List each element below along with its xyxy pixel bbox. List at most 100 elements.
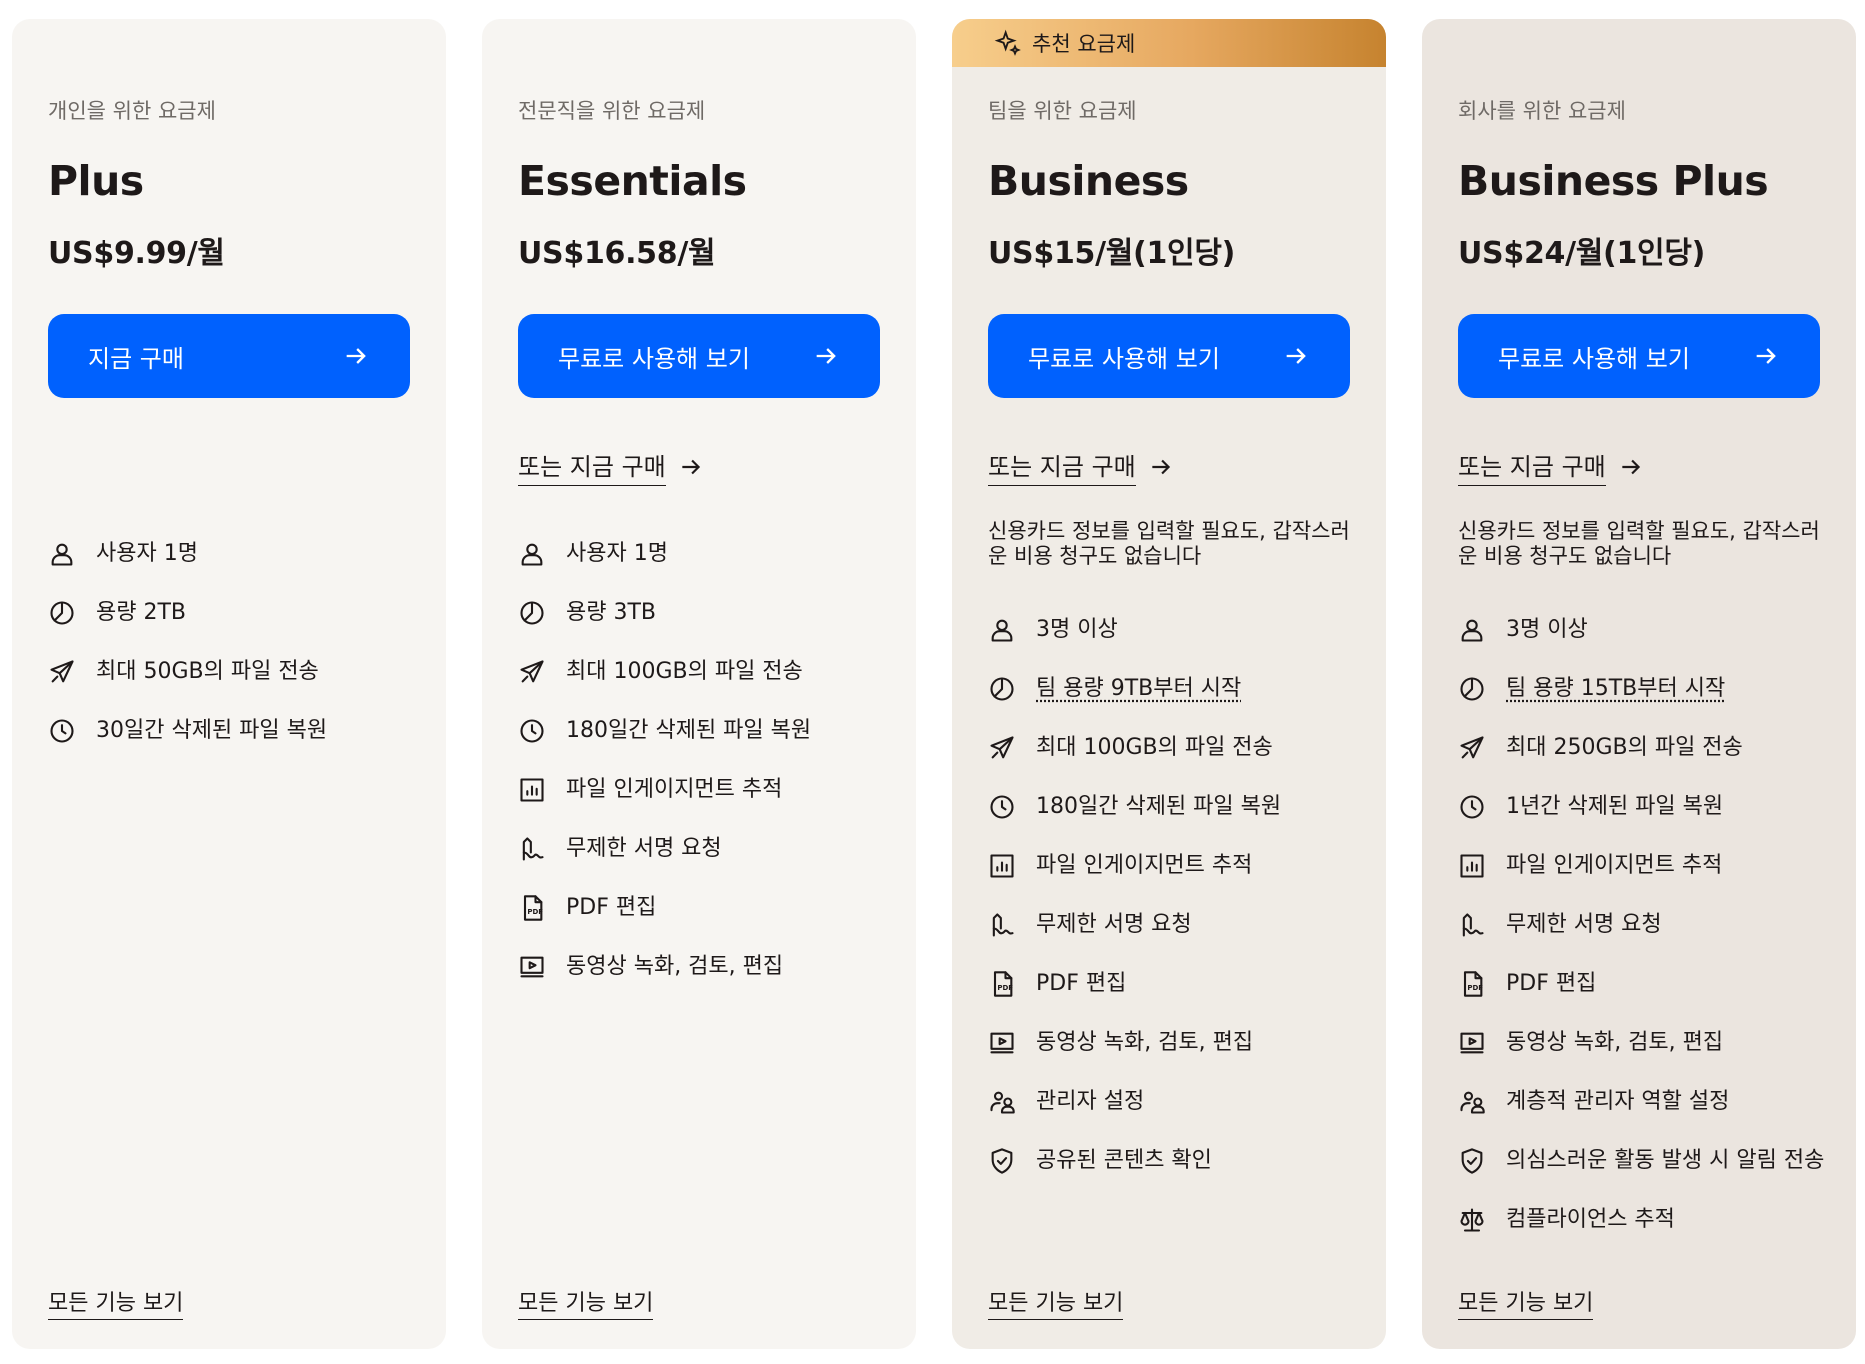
free-trial-button[interactable]: 무료로 사용해 보기 xyxy=(1458,314,1820,398)
free-trial-button[interactable]: 무료로 사용해 보기 xyxy=(518,314,880,398)
paper-plane-icon xyxy=(990,736,1014,759)
feature-item: 컴플라이언스 추적 xyxy=(1458,1205,1838,1235)
free-trial-button[interactable]: 무료로 사용해 보기 xyxy=(988,314,1350,398)
signature-icon xyxy=(1462,913,1484,937)
feature-text: 최대 250GB의 파일 전송 xyxy=(1506,735,1743,760)
feature-text: 무제한 서명 요청 xyxy=(1506,912,1662,937)
feature-text: 파일 인게이지먼트 추적 xyxy=(1036,853,1253,878)
paper-plane-icon xyxy=(520,660,544,683)
buy-now-link[interactable]: 또는 지금 구매 xyxy=(1458,447,1644,486)
arrow-right-icon xyxy=(1756,348,1776,364)
pie-chart-icon xyxy=(1460,677,1484,701)
feature-item: 사용자 1명 xyxy=(48,539,428,569)
buy-now-button[interactable]: 지금 구매 xyxy=(48,314,410,398)
feature-item: 팀 용량 15TB부터 시작 xyxy=(1458,674,1838,704)
feature-text: 공유된 콘텐츠 확인 xyxy=(1036,1148,1212,1173)
buy-now-link-label: 또는 지금 구매 xyxy=(518,447,666,486)
no-credit-card-note: 신용카드 정보를 입력할 필요도, 갑작스러운 비용 청구도 없습니다 xyxy=(988,519,1350,568)
feature-item: 1년간 삭제된 파일 복원 xyxy=(1458,792,1838,822)
feature-text: 컴플라이언스 추적 xyxy=(1506,1207,1675,1232)
feature-item: PDF PDF 편집 xyxy=(988,969,1368,999)
feature-item: 180일간 삭제된 파일 복원 xyxy=(988,792,1368,822)
feature-text: 사용자 1명 xyxy=(96,541,198,566)
feature-list: 사용자 1명용량 2TB 최대 50GB의 파일 전송 30일간 삭제된 파일 복원 xyxy=(48,539,428,775)
buy-now-link-label: 또는 지금 구매 xyxy=(988,447,1136,486)
sparkle-icon xyxy=(994,29,1021,56)
pie-chart-icon xyxy=(50,601,74,625)
see-all-features-link[interactable]: 모든 기능 보기 xyxy=(988,1285,1124,1320)
feature-text[interactable]: 팀 용량 9TB부터 시작 xyxy=(1036,674,1241,704)
feature-text: 최대 50GB의 파일 전송 xyxy=(96,659,319,684)
feature-item: PDF PDF 편집 xyxy=(518,893,898,923)
plan-price: US$16.58/월 xyxy=(518,236,716,271)
cta-label: 무료로 사용해 보기 xyxy=(1498,344,1690,373)
feature-item: 무제한 서명 요청 xyxy=(518,834,898,864)
buy-now-link[interactable]: 또는 지금 구매 xyxy=(988,447,1174,486)
plan-tagline: 회사를 위한 요금제 xyxy=(1458,99,1626,123)
plan-card-essentials: 전문직을 위한 요금제 Essentials US$16.58/월 무료로 사용… xyxy=(482,19,916,1349)
feature-text[interactable]: 팀 용량 15TB부터 시작 xyxy=(1506,674,1725,704)
feature-item: 동영상 녹화, 검토, 편집 xyxy=(988,1028,1368,1058)
plan-name: Essentials xyxy=(518,157,747,205)
see-all-features-link[interactable]: 모든 기능 보기 xyxy=(518,1285,654,1320)
feature-item: 의심스러운 활동 발생 시 알림 전송 xyxy=(1458,1146,1838,1176)
feature-text: 무제한 서명 요청 xyxy=(566,836,722,861)
plan-tagline: 개인을 위한 요금제 xyxy=(48,99,216,123)
analytics-icon xyxy=(520,778,544,802)
pie-chart-icon xyxy=(520,601,544,625)
arrow-right-icon xyxy=(682,459,700,474)
feature-item: 최대 250GB의 파일 전송 xyxy=(1458,733,1838,763)
paper-plane-icon xyxy=(50,660,74,683)
see-all-features-link[interactable]: 모든 기능 보기 xyxy=(1458,1285,1594,1320)
feature-item: 관리자 설정 xyxy=(988,1087,1368,1117)
arrow-right-icon xyxy=(1152,459,1170,474)
shield-icon xyxy=(991,1148,1013,1174)
cta-label: 무료로 사용해 보기 xyxy=(558,344,750,373)
feature-item: PDF PDF 편집 xyxy=(1458,969,1838,999)
buy-now-link[interactable]: 또는 지금 구매 xyxy=(518,447,704,486)
arrow-right-icon xyxy=(816,348,836,364)
plan-tagline: 팀을 위한 요금제 xyxy=(988,99,1137,123)
feature-item: 파일 인게이지먼트 추적 xyxy=(988,851,1368,881)
admin-users-icon xyxy=(990,1091,1015,1114)
video-icon xyxy=(1460,1032,1484,1054)
feature-text: 최대 100GB의 파일 전송 xyxy=(566,659,803,684)
svg-text:PDF: PDF xyxy=(1467,984,1483,992)
feature-text: 파일 인게이지먼트 추적 xyxy=(566,777,783,802)
plan-card-plus: 개인을 위한 요금제 Plus US$9.99/월 지금 구매 사용자 1명용량… xyxy=(12,19,446,1349)
feature-item: 3명 이상 xyxy=(1458,615,1838,645)
feature-item: 최대 100GB의 파일 전송 xyxy=(988,733,1368,763)
feature-text: 동영상 녹화, 검토, 편집 xyxy=(1506,1030,1724,1055)
feature-text: 동영상 녹화, 검토, 편집 xyxy=(1036,1030,1254,1055)
feature-text: 180일간 삭제된 파일 복원 xyxy=(566,718,812,743)
feature-text: 최대 100GB의 파일 전송 xyxy=(1036,735,1273,760)
cta-label: 무료로 사용해 보기 xyxy=(1028,344,1220,373)
plan-name: Business Plus xyxy=(1458,157,1769,205)
pdf-icon: PDF xyxy=(523,895,543,921)
feature-item: 최대 100GB의 파일 전송 xyxy=(518,657,898,687)
feature-text: 관리자 설정 xyxy=(1036,1089,1145,1114)
see-all-features-link[interactable]: 모든 기능 보기 xyxy=(48,1285,184,1320)
plan-tagline: 전문직을 위한 요금제 xyxy=(518,99,706,123)
feature-list: 3명 이상 팀 용량 9TB부터 시작 최대 100GB의 파일 전송 180일간 삭… xyxy=(988,615,1368,1205)
plan-name: Business xyxy=(988,157,1189,205)
user-icon xyxy=(521,543,543,566)
plan-price: US$24/월(1인당) xyxy=(1458,236,1706,271)
arrow-right-icon xyxy=(346,348,366,364)
signature-icon xyxy=(992,913,1014,937)
svg-text:PDF: PDF xyxy=(997,984,1013,992)
plan-card-business-plus: 회사를 위한 요금제 Business Plus US$24/월(1인당) 무료… xyxy=(1422,19,1856,1349)
arrow-right-icon xyxy=(1622,459,1640,474)
plan-price: US$9.99/월 xyxy=(48,236,225,271)
feature-item: 용량 2TB xyxy=(48,598,428,628)
feature-text: 30일간 삭제된 파일 복원 xyxy=(96,718,328,743)
clock-icon xyxy=(990,795,1014,819)
user-icon xyxy=(991,619,1013,642)
feature-text: 1년간 삭제된 파일 복원 xyxy=(1506,794,1724,819)
shield-icon xyxy=(1461,1148,1483,1174)
feature-text: PDF 편집 xyxy=(1506,971,1597,996)
feature-text: 파일 인게이지먼트 추적 xyxy=(1506,853,1723,878)
recommended-ribbon: 추천 요금제 xyxy=(952,19,1386,67)
plan-name: Plus xyxy=(48,157,144,205)
feature-item: 동영상 녹화, 검토, 편집 xyxy=(518,952,898,982)
